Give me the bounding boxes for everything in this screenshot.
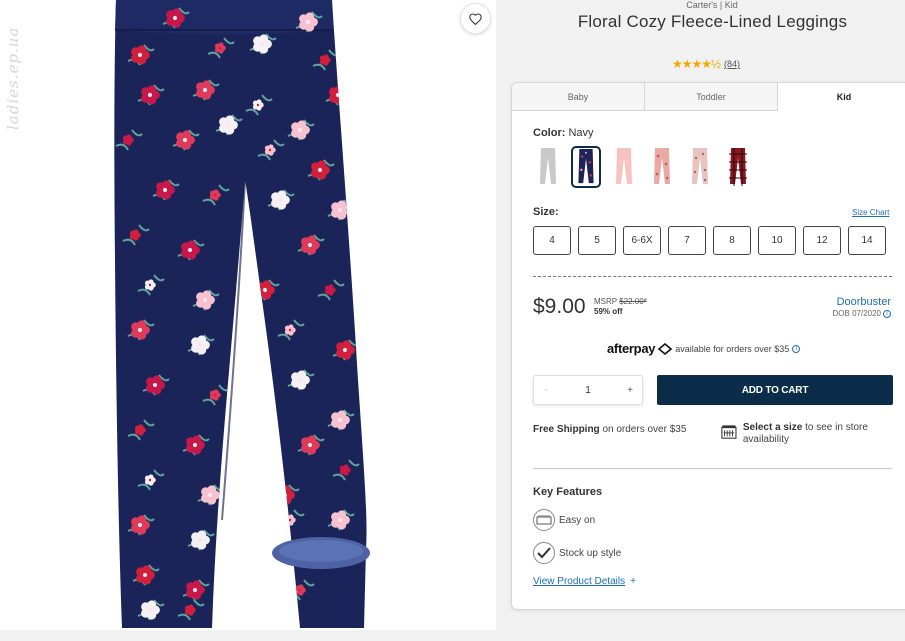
afterpay-row: afterpay available for orders over $35 i bbox=[607, 341, 801, 356]
afterpay-text: available for orders over $35 bbox=[675, 343, 790, 354]
pink-print-leggings-icon bbox=[692, 148, 708, 184]
msrp-block: MSRP $22.00* 59% off bbox=[594, 297, 647, 317]
section-divider bbox=[533, 468, 892, 469]
product-image-pane: ladies.ep.ua bbox=[0, 0, 496, 630]
feature-item: Easy on bbox=[533, 509, 595, 531]
feature-item: Stock up style bbox=[533, 542, 621, 564]
easy-on-icon bbox=[533, 509, 555, 531]
size-options: 4 5 6-6X 7 8 10 12 14 bbox=[533, 226, 886, 255]
msrp-value: $22.00* bbox=[619, 297, 647, 306]
size-label: Size: bbox=[533, 206, 559, 218]
store-availability: Select a size to see in store availabili… bbox=[721, 422, 896, 446]
tab-toddler[interactable]: Toddler bbox=[645, 83, 778, 110]
size-chart-link[interactable]: Size Chart bbox=[852, 208, 889, 217]
free-shipping-label: Free Shipping bbox=[533, 424, 600, 435]
feature-label: Easy on bbox=[559, 514, 596, 526]
heart-icon bbox=[469, 12, 482, 25]
msrp-label: MSRP bbox=[594, 297, 617, 306]
feature-label: Stock up style bbox=[559, 547, 622, 559]
navy-leggings-icon bbox=[578, 149, 594, 184]
gray-leggings-icon bbox=[540, 148, 556, 184]
swatch-pink-floral[interactable] bbox=[647, 146, 677, 188]
view-product-details-link[interactable]: View Product Details + bbox=[533, 576, 636, 587]
dob-text: DOB 07/2020 i bbox=[833, 309, 891, 318]
store-text: Select a size to see in store availabili… bbox=[743, 422, 896, 446]
dashed-divider bbox=[533, 276, 892, 277]
swatch-pink-print[interactable] bbox=[685, 146, 715, 188]
review-count-link[interactable]: (84) bbox=[724, 59, 740, 69]
color-label: Color: bbox=[533, 127, 566, 139]
details-link-text: View Product Details bbox=[533, 576, 626, 587]
decrease-quantity-button[interactable]: - bbox=[534, 376, 558, 404]
color-swatches bbox=[533, 146, 753, 188]
page: ladies.ep.ua Carter's | Kid Floral Cozy … bbox=[0, 0, 905, 641]
swatch-light-pink[interactable] bbox=[609, 146, 639, 188]
color-row: Color: Navy bbox=[533, 127, 594, 139]
pink-leggings-icon bbox=[616, 148, 632, 184]
product-options-card: Baby Toddler Kid Color: Navy Size: Size … bbox=[511, 82, 905, 610]
info-icon[interactable]: i bbox=[883, 309, 891, 318]
swatch-navy[interactable] bbox=[571, 146, 601, 188]
size-option[interactable]: 5 bbox=[578, 226, 616, 255]
red-plaid-leggings-icon bbox=[729, 148, 747, 186]
product-image bbox=[114, 0, 370, 628]
swatch-red-plaid[interactable] bbox=[723, 146, 753, 188]
size-option[interactable]: 12 bbox=[803, 226, 841, 255]
afterpay-arrows-icon bbox=[658, 342, 673, 355]
size-option[interactable]: 10 bbox=[758, 226, 796, 255]
pink-floral-leggings-icon bbox=[654, 148, 670, 184]
size-option[interactable]: 7 bbox=[668, 226, 706, 255]
favorite-button[interactable] bbox=[460, 3, 491, 34]
add-to-cart-button[interactable]: ADD TO CART bbox=[657, 375, 893, 405]
store-icon bbox=[721, 425, 737, 439]
size-option[interactable]: 14 bbox=[848, 226, 886, 255]
tab-kid[interactable]: Kid bbox=[778, 83, 905, 111]
plus-icon: + bbox=[630, 576, 636, 587]
shipping-info: Free Shipping on orders over $35 bbox=[533, 424, 686, 435]
rating[interactable]: ★★★★½ (84) bbox=[672, 57, 740, 71]
brand-line: Carter's | Kid bbox=[686, 0, 738, 10]
star-rating-icon: ★★★★½ bbox=[672, 57, 721, 71]
sale-price: $9.00 bbox=[533, 295, 586, 318]
color-selected-value: Navy bbox=[568, 127, 594, 139]
tab-baby[interactable]: Baby bbox=[512, 83, 645, 110]
quantity-input[interactable]: 1 bbox=[568, 385, 608, 396]
select-size-label: Select a size bbox=[742, 422, 803, 433]
size-option[interactable]: 4 bbox=[533, 226, 571, 255]
swatch-gray[interactable] bbox=[533, 146, 563, 188]
size-option[interactable]: 8 bbox=[713, 226, 751, 255]
doorbuster-link[interactable]: Doorbuster bbox=[837, 296, 891, 308]
watermark-text: ladies.ep.ua bbox=[4, 26, 22, 130]
afterpay-info-icon[interactable]: i bbox=[792, 344, 801, 353]
age-tabs: Baby Toddler Kid bbox=[512, 83, 905, 111]
shipping-text: on orders over $35 bbox=[602, 424, 687, 435]
key-features-title: Key Features bbox=[533, 486, 603, 498]
size-option[interactable]: 6-6X bbox=[623, 226, 661, 255]
checkmark-icon bbox=[533, 542, 555, 564]
afterpay-logo: afterpay bbox=[607, 341, 656, 356]
dob-label: DOB 07/2020 bbox=[832, 309, 881, 318]
product-title: Floral Cozy Fleece-Lined Leggings bbox=[577, 12, 848, 31]
percent-off: 59% off bbox=[594, 307, 623, 316]
quantity-stepper: - 1 + bbox=[533, 375, 643, 405]
increase-quantity-button[interactable]: + bbox=[618, 376, 642, 404]
